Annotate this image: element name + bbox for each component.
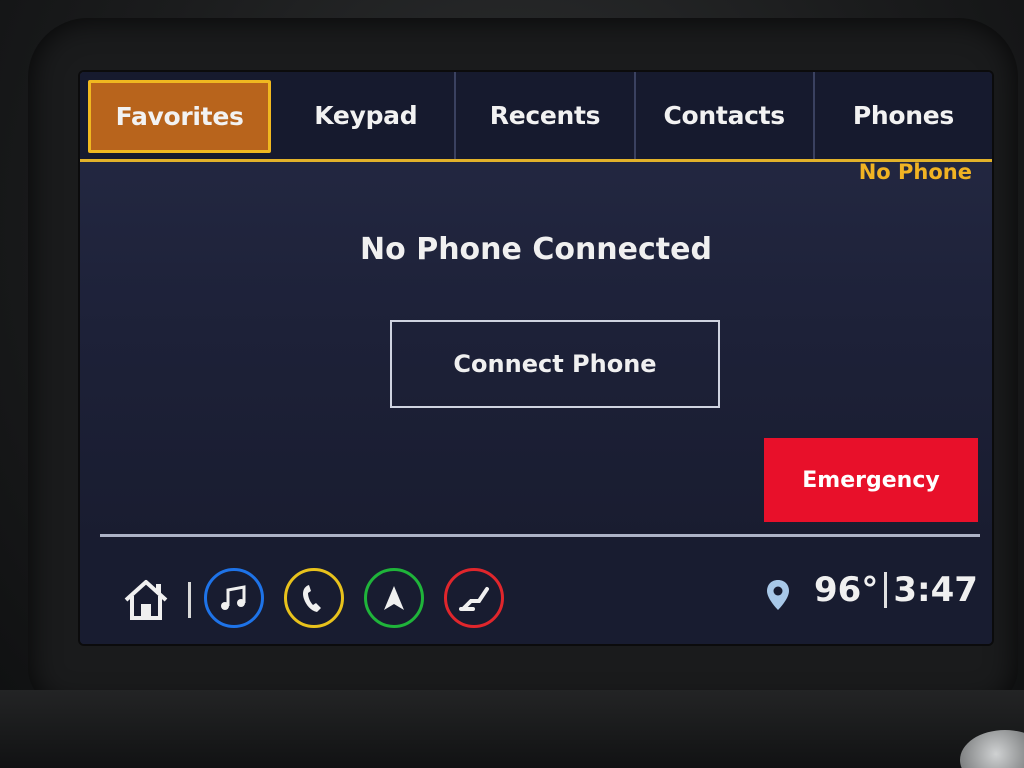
infotainment-screen: Favorites Keypad Recents Contacts Phones… xyxy=(80,72,992,644)
tab-favorites[interactable]: Favorites xyxy=(88,80,272,153)
status-readout: 96° 3:47 xyxy=(814,570,978,610)
location-pin-icon xyxy=(767,580,789,610)
seat-icon xyxy=(459,587,489,611)
phone-handset-icon xyxy=(303,585,321,612)
outside-temperature: 96° xyxy=(814,570,879,610)
music-app-button[interactable] xyxy=(204,568,264,628)
bar-separator xyxy=(188,582,191,618)
bottom-bar: 96° 3:47 xyxy=(80,540,992,644)
emergency-button[interactable]: Emergency xyxy=(764,438,978,522)
clock-separator xyxy=(884,572,888,608)
clock-time: 3:47 xyxy=(893,570,978,610)
navigation-app-button[interactable] xyxy=(364,568,424,628)
phone-app-button[interactable] xyxy=(284,568,344,628)
tab-phones[interactable]: Phones xyxy=(815,72,992,159)
phone-tabbar: Favorites Keypad Recents Contacts Phones xyxy=(80,72,992,162)
lower-trim xyxy=(0,690,1024,768)
connect-phone-button[interactable]: Connect Phone xyxy=(390,320,720,408)
navigation-arrow-icon xyxy=(384,586,404,610)
tab-keypad[interactable]: Keypad xyxy=(277,72,457,159)
page-title: No Phone Connected xyxy=(360,232,712,267)
tab-recents[interactable]: Recents xyxy=(456,72,636,159)
phone-status: No Phone xyxy=(858,160,972,184)
divider xyxy=(100,534,980,537)
vehicle-app-button[interactable] xyxy=(444,568,504,628)
tab-contacts[interactable]: Contacts xyxy=(636,72,815,159)
home-icon[interactable] xyxy=(122,578,170,620)
music-note-icon xyxy=(221,585,246,610)
